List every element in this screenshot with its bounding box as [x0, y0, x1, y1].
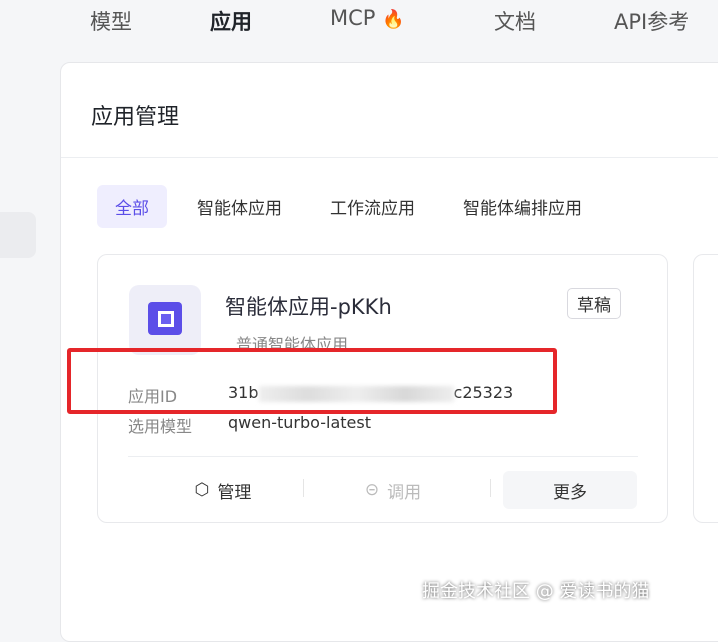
top-nav: 模型 应用 MCP 🔥 文档 API参考	[0, 0, 718, 44]
nav-mcp[interactable]: MCP 🔥	[330, 6, 405, 30]
nav-models[interactable]: 模型	[90, 6, 132, 36]
model-value: qwen-turbo-latest	[228, 413, 371, 432]
page-title: 应用管理	[91, 105, 180, 130]
status-badge: 草稿	[567, 288, 621, 319]
tab-workflow[interactable]: 工作流应用	[312, 185, 433, 228]
separator	[490, 479, 491, 497]
app-icon	[129, 285, 201, 355]
nav-apps[interactable]: 应用	[210, 6, 252, 36]
nav-api[interactable]: API参考	[614, 6, 689, 36]
nav-docs[interactable]: 文档	[494, 6, 536, 36]
card-divider	[128, 456, 638, 457]
invoke-button[interactable]: ⊝ 调用	[328, 471, 458, 509]
tab-agent[interactable]: 智能体应用	[179, 185, 300, 228]
sidebar-item-active[interactable]	[0, 212, 36, 258]
tab-orchestration[interactable]: 智能体编排应用	[445, 185, 600, 228]
fire-icon: 🔥	[382, 9, 405, 30]
invoke-icon: ⊝	[364, 480, 380, 500]
highlight-box	[67, 348, 557, 414]
tab-all[interactable]: 全部	[97, 185, 167, 228]
filter-tabs: 全部 智能体应用 工作流应用 智能体编排应用	[97, 185, 612, 228]
app-card-partial[interactable]	[693, 254, 718, 523]
separator	[303, 479, 304, 497]
model-label: 选用模型	[128, 417, 193, 436]
more-button[interactable]: 更多	[503, 471, 637, 509]
nav-mcp-label: MCP	[330, 6, 376, 30]
settings-icon: ⬡	[194, 480, 210, 500]
manage-button[interactable]: ⬡ 管理	[158, 471, 288, 509]
invoke-label: 调用	[387, 482, 422, 503]
model-row: 选用模型 qwen-turbo-latest	[128, 413, 371, 437]
app-name[interactable]: 智能体应用-pKKh	[225, 291, 392, 321]
divider	[61, 157, 718, 158]
watermark: 掘金技术社区 @ 爱读书的猫	[422, 581, 650, 602]
manage-label: 管理	[217, 482, 252, 503]
